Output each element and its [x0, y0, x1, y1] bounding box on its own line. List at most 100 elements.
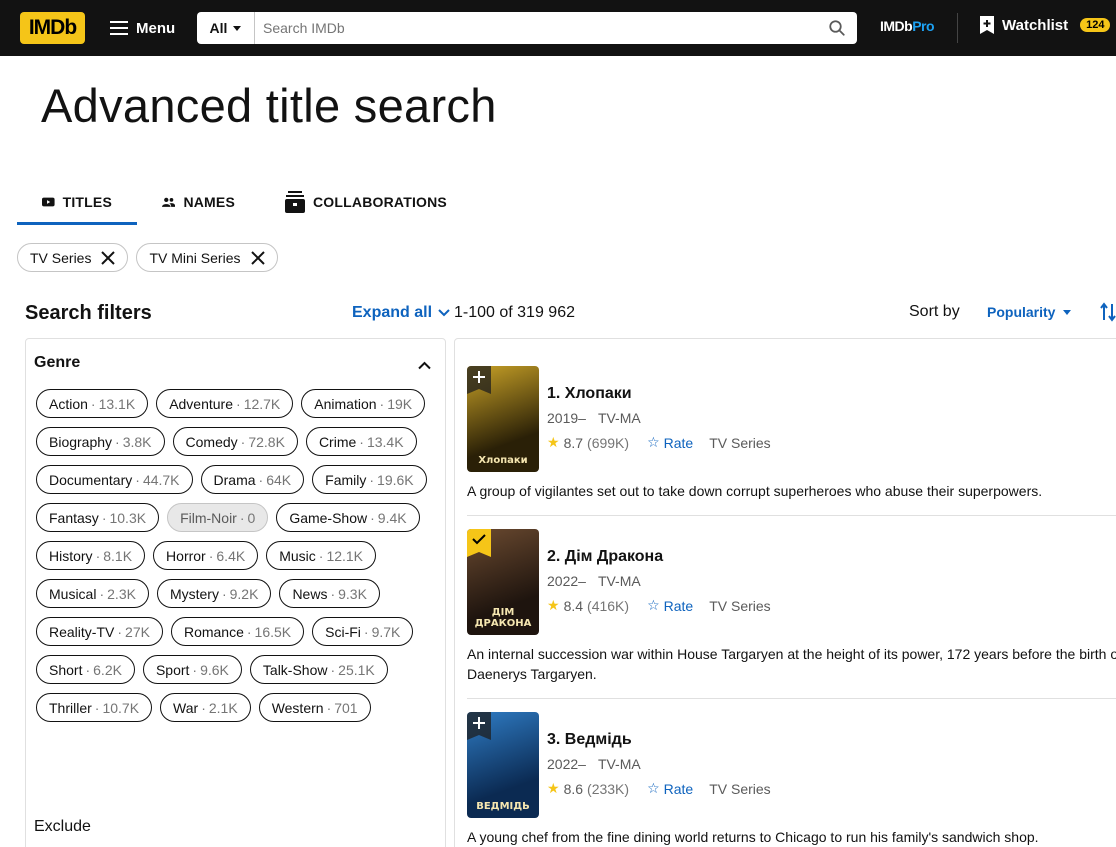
imdbpro-link[interactable]: IMDbPro	[880, 18, 935, 34]
imdb-logo[interactable]: IMDb	[20, 12, 85, 44]
genre-chip-separator: ·	[95, 547, 101, 564]
chevron-up-icon	[418, 361, 431, 370]
genre-chip-game-show[interactable]: Game-Show · 9.4K	[276, 503, 420, 532]
menu-button[interactable]: Menu	[104, 12, 181, 44]
result-votes: (699K)	[587, 434, 630, 451]
search-icon[interactable]	[817, 12, 857, 44]
genre-chip-thriller[interactable]: Thriller · 10.7K	[36, 693, 153, 722]
genre-chip-name: Reality-TV	[49, 623, 115, 640]
genre-chip-fantasy[interactable]: Fantasy · 10.3K	[36, 503, 160, 532]
rate-button[interactable]: ☆ Rate	[647, 780, 693, 797]
genre-chip-musical[interactable]: Musical · 2.3K	[36, 579, 149, 608]
genre-chip-news[interactable]: News · 9.3K	[279, 579, 380, 608]
search-tabs: TITLES NAMES COLLABORATIONS	[17, 182, 472, 226]
tab-titles[interactable]: TITLES	[17, 182, 137, 225]
rate-button[interactable]: ☆ Rate	[647, 434, 693, 451]
genre-chip-music[interactable]: Music · 12.1K	[266, 541, 377, 570]
genre-chip-name: Romance	[183, 623, 244, 640]
result-year: 2022–	[547, 573, 586, 589]
genre-chip-comedy[interactable]: Comedy · 72.8K	[172, 427, 298, 456]
genre-chip-short[interactable]: Short · 6.2K	[36, 655, 135, 684]
star-outline-icon: ☆	[647, 434, 660, 450]
genre-chip-history[interactable]: History · 8.1K	[36, 541, 146, 570]
poster-image[interactable]: ДІМ ДРАКОНА	[467, 529, 539, 635]
genre-chip-sci-fi[interactable]: Sci-Fi · 9.7K	[312, 617, 414, 646]
tab-collaborations-label: COLLABORATIONS	[313, 194, 447, 210]
add-to-watchlist-icon[interactable]	[467, 712, 491, 740]
genre-chip-reality-tv[interactable]: Reality-TV · 27K	[36, 617, 163, 646]
applied-filter-label: TV Mini Series	[149, 249, 241, 266]
results-count: 1-100 of 319 962	[454, 304, 575, 321]
poster-image[interactable]: Хлопаки	[467, 366, 539, 472]
genre-collapse-toggle[interactable]	[418, 357, 431, 375]
genre-chip-separator: ·	[246, 623, 252, 640]
applied-filter-chip[interactable]: TV Mini Series	[136, 243, 278, 272]
genre-chip-romance[interactable]: Romance · 16.5K	[170, 617, 305, 646]
result-rating: 8.6	[563, 780, 584, 797]
genre-chip-separator: ·	[379, 395, 385, 412]
result-plot: A young chef from the fine dining world …	[467, 829, 1039, 845]
result-rating-row: ★ 8.4 (416K) ☆ Rate TV Series	[547, 597, 771, 614]
genre-chip-adventure[interactable]: Adventure · 12.7K	[156, 389, 294, 418]
genre-chip-separator: ·	[318, 547, 324, 564]
tab-titles-label: TITLES	[62, 194, 112, 210]
genre-section-title[interactable]: Genre	[34, 354, 80, 372]
exclude-label: Exclude	[34, 818, 91, 835]
genre-chip-crime[interactable]: Crime · 13.4K	[305, 427, 417, 456]
search-bar: All	[197, 12, 857, 44]
tab-names[interactable]: NAMES	[137, 182, 260, 222]
genre-chip-drama[interactable]: Drama · 64K	[200, 465, 305, 494]
watchlist-button[interactable]: Watchlist 124	[980, 16, 1111, 34]
poster-image[interactable]: ВЕДМІДЬ	[467, 712, 539, 818]
tab-collaborations[interactable]: COLLABORATIONS	[260, 182, 472, 222]
add-to-watchlist-icon[interactable]	[467, 366, 491, 394]
genre-chip-family[interactable]: Family · 19.6K	[312, 465, 427, 494]
genre-chip-action[interactable]: Action · 13.1K	[36, 389, 149, 418]
genre-chip-war[interactable]: War · 2.1K	[160, 693, 251, 722]
genre-chip-count: 2.1K	[208, 699, 238, 716]
star-icon: ★	[547, 780, 560, 796]
genre-chip-name: News	[292, 585, 328, 602]
genre-chip-separator: ·	[90, 395, 96, 412]
sort-by-dropdown[interactable]: Popularity	[987, 304, 1072, 320]
genre-chip-separator: ·	[101, 509, 107, 526]
search-input[interactable]	[255, 12, 817, 44]
genre-chip-film-noir: Film-Noir · 0	[167, 503, 269, 532]
genre-chip-western[interactable]: Western · 701	[258, 693, 371, 722]
genre-chip-mystery[interactable]: Mystery · 9.2K	[156, 579, 272, 608]
genre-chip-name: Western	[271, 699, 324, 716]
result-separator	[467, 515, 1116, 516]
genre-chip-documentary[interactable]: Documentary · 44.7K	[36, 465, 193, 494]
genre-chip-animation[interactable]: Animation · 19K	[301, 389, 426, 418]
result-meta: 2022– TV-MA	[547, 573, 641, 589]
genre-chip-sport[interactable]: Sport · 9.6K	[142, 655, 242, 684]
genre-chip-horror[interactable]: Horror · 6.4K	[153, 541, 259, 570]
genre-chip-separator: ·	[369, 471, 375, 488]
genre-chip-talk-show[interactable]: Talk-Show · 25.1K	[249, 655, 388, 684]
search-scope-dropdown[interactable]: All	[197, 12, 255, 44]
expand-all-button[interactable]: Expand all	[352, 304, 450, 322]
search-scope-label: All	[209, 20, 228, 36]
watchlist-added-icon[interactable]	[467, 529, 491, 557]
genre-chip-name: Fantasy	[49, 509, 99, 526]
genre-chip-name: Family	[325, 471, 367, 488]
genre-chip-biography[interactable]: Biography · 3.8K	[36, 427, 165, 456]
genre-chip-name: Talk-Show	[262, 661, 328, 678]
result-title[interactable]: 2. Дім Дракона	[547, 548, 663, 566]
genre-chip-separator: ·	[221, 585, 227, 602]
rate-button[interactable]: ☆ Rate	[647, 597, 693, 614]
sort-direction-button[interactable]	[1100, 302, 1116, 327]
genre-chip-name: Action	[49, 395, 88, 412]
result-title[interactable]: 3. Ведмідь	[547, 731, 632, 749]
genre-chip-count: 19K	[387, 395, 413, 412]
star-icon: ★	[547, 434, 560, 450]
close-icon[interactable]	[250, 250, 265, 265]
genre-chip-name: Crime	[318, 433, 357, 450]
applied-filter-chip[interactable]: TV Series	[17, 243, 129, 272]
hamburger-icon	[110, 21, 128, 35]
poster-caption: ДІМ ДРАКОНА	[474, 607, 532, 629]
collaborations-icon	[285, 191, 305, 213]
result-title[interactable]: 1. Хлопаки	[547, 385, 632, 403]
watchlist-label: Watchlist	[1002, 16, 1069, 34]
close-icon[interactable]	[101, 250, 116, 265]
